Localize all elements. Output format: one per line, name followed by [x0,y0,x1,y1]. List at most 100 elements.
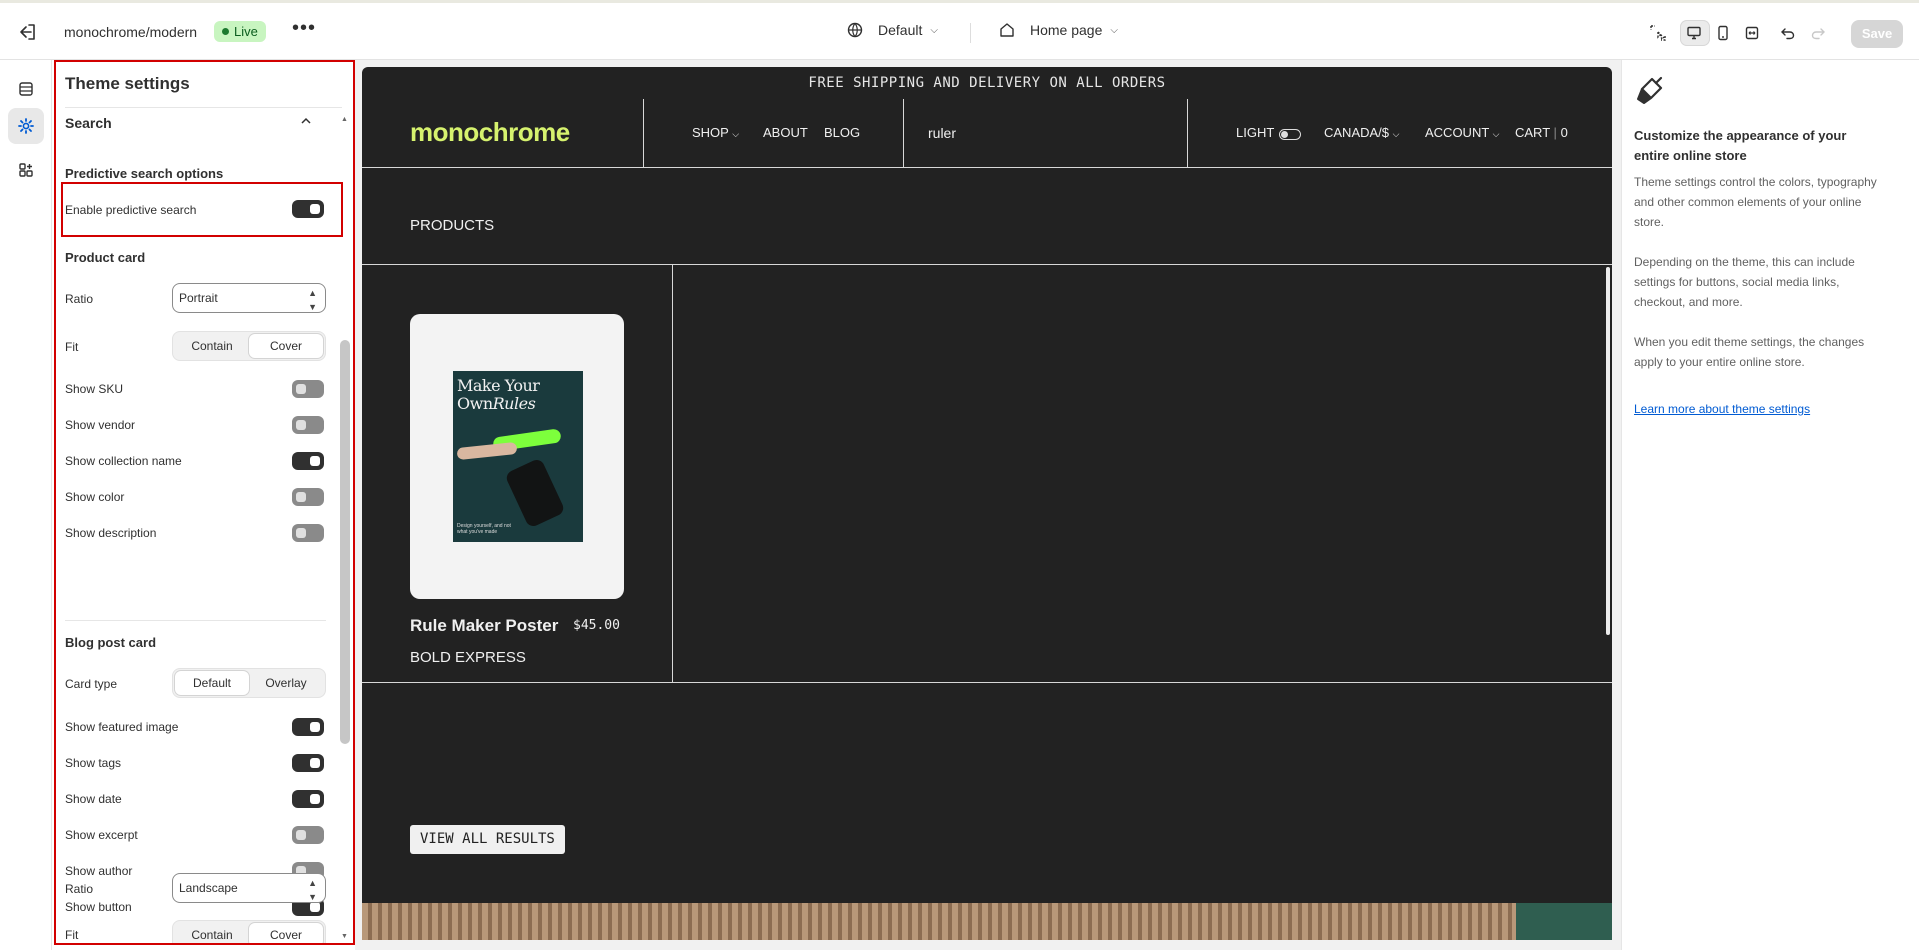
light-mode-label: LIGHT [1236,125,1275,140]
chevron-down-icon: ⌵ [732,129,740,139]
view-all-results-button[interactable]: VIEW ALL RESULTS [410,825,565,854]
product-fit-contain[interactable]: Contain [175,334,249,358]
country-selector[interactable]: CANADA/$ ⌵ [1324,125,1399,140]
nav-shop-label: SHOP [692,125,729,140]
blog-post-card-heading: Blog post card [65,635,157,650]
scroll-up-icon[interactable]: ▲ [341,116,348,123]
panel-scrollbar-thumb[interactable] [340,340,350,744]
topbar-divider [970,23,971,43]
show-button-label: Show button [65,900,132,914]
theme-settings-panel: Theme settings ▲ ▼ Search Predictive sea… [52,60,355,950]
chevron-down-icon: ⌵ [1492,129,1500,139]
show-excerpt-toggle[interactable] [292,826,324,844]
store-logo[interactable]: monochrome [410,117,570,148]
preview-scrollbar[interactable] [1606,267,1610,635]
show-collection-name-toggle[interactable] [292,452,324,470]
desktop-icon[interactable] [1683,22,1705,44]
announcement-bar: FREE SHIPPING AND DELIVERY ON ALL ORDERS [808,75,1166,91]
show-vendor-label: Show vendor [65,418,136,432]
product-fit-cover[interactable]: Cover [249,334,323,358]
card-type-overlay[interactable]: Overlay [249,671,323,695]
section-search-heading[interactable]: Search [65,115,112,131]
mobile-icon[interactable] [1712,22,1734,44]
product-image[interactable]: Make Your OwnRules Design yourself, and n… [410,314,624,599]
cart-count: 0 [1560,125,1568,140]
store-search-input[interactable]: ruler [928,125,956,141]
nav-blog[interactable]: BLOG [824,125,860,140]
banner-chair [1516,903,1612,940]
header-divider [643,99,644,168]
products-heading: PRODUCTS [410,217,495,234]
light-mode-toggle[interactable] [1279,129,1301,140]
product-card-heading: Product card [65,250,146,265]
predictive-search-heading: Predictive search options [65,166,224,181]
theme-selector-label: Default [878,22,923,38]
show-featured-image-label: Show featured image [65,720,179,734]
info-paragraph-3: When you edit theme settings, the change… [1634,335,1865,369]
learn-more-link[interactable]: Learn more about theme settings [1634,402,1810,416]
show-featured-image-toggle[interactable] [292,718,324,736]
country-selector-label: CANADA/$ [1324,125,1390,140]
cart-separator: | [1553,125,1557,140]
product-ratio-label: Ratio [65,292,94,306]
show-excerpt-label: Show excerpt [65,828,138,842]
show-author-label: Show author [65,864,133,878]
chevron-down-icon: ⌵ [930,24,938,36]
show-tags-label: Show tags [65,756,122,770]
panel-divider [65,107,342,108]
more-actions-button[interactable]: ••• [292,17,316,40]
poster-caption: Design yourself, and not what you've mad… [457,523,511,535]
info-paragraph-2: Depending on the theme, this can include… [1634,255,1855,309]
exit-icon[interactable] [17,21,39,43]
theme-selector[interactable]: Default ⌵ [846,21,938,39]
undo-icon[interactable] [1777,22,1799,44]
grid-divider [672,265,673,682]
product-title[interactable]: Rule Maker Poster [410,616,558,636]
card-type-default[interactable]: Default [175,671,249,695]
product-ratio-select[interactable]: Portrait ▲ ▼ [172,283,326,313]
editor-topbar: monochrome/modern Live ••• Default ⌵ Hom… [0,0,1919,60]
hand-graphic [456,441,518,461]
show-tags-toggle[interactable] [292,754,324,772]
product-fit-segmented: Contain Cover [172,331,326,361]
product-ratio-value: Portrait [179,291,218,305]
store-name: monochrome/modern [64,24,198,40]
chevron-up-icon[interactable] [300,114,312,132]
fullwidth-icon[interactable] [1741,22,1763,44]
nav-shop[interactable]: SHOP ⌵ [692,125,739,140]
show-collection-name-label: Show collection name [65,454,182,468]
save-button[interactable]: Save [1851,20,1903,48]
paint-brush-icon [1634,73,1668,107]
show-date-toggle[interactable] [292,790,324,808]
show-sku-toggle[interactable] [292,380,324,398]
nav-about[interactable]: ABOUT [763,125,808,140]
scroll-down-icon[interactable]: ▼ [341,933,348,940]
account-menu[interactable]: ACCOUNT ⌵ [1425,125,1500,140]
show-color-toggle[interactable] [292,488,324,506]
page-selector-label: Home page [1030,22,1103,38]
select-arrows-icon: ▲ ▼ [308,288,317,312]
show-color-label: Show color [65,490,125,504]
redo-icon[interactable] [1807,22,1829,44]
header-divider [1187,99,1188,168]
show-button-toggle[interactable] [292,898,324,916]
product-price: $45.00 [573,618,620,633]
card-type-segmented: Default Overlay [172,668,326,698]
banner-image [362,903,1612,940]
show-description-toggle[interactable] [292,524,324,542]
sections-icon[interactable] [8,71,44,107]
store-preview: FREE SHIPPING AND DELIVERY ON ALL ORDERS… [362,67,1612,940]
cart-label: CART [1515,125,1550,140]
page-selector[interactable]: Home page ⌵ [998,21,1118,39]
section-divider [362,682,1612,683]
inspector-icon[interactable] [1647,22,1669,44]
theme-settings-icon[interactable] [8,108,44,144]
show-author-toggle[interactable] [292,862,324,880]
product-fit-label: Fit [65,340,79,354]
apps-icon[interactable] [8,152,44,188]
chevron-down-icon: ⌵ [1392,129,1400,139]
cart-link[interactable]: CART | 0 [1515,125,1568,140]
panel-title: Theme settings [65,74,190,93]
show-vendor-toggle[interactable] [292,416,324,434]
enable-predictive-search-toggle[interactable] [292,200,324,218]
